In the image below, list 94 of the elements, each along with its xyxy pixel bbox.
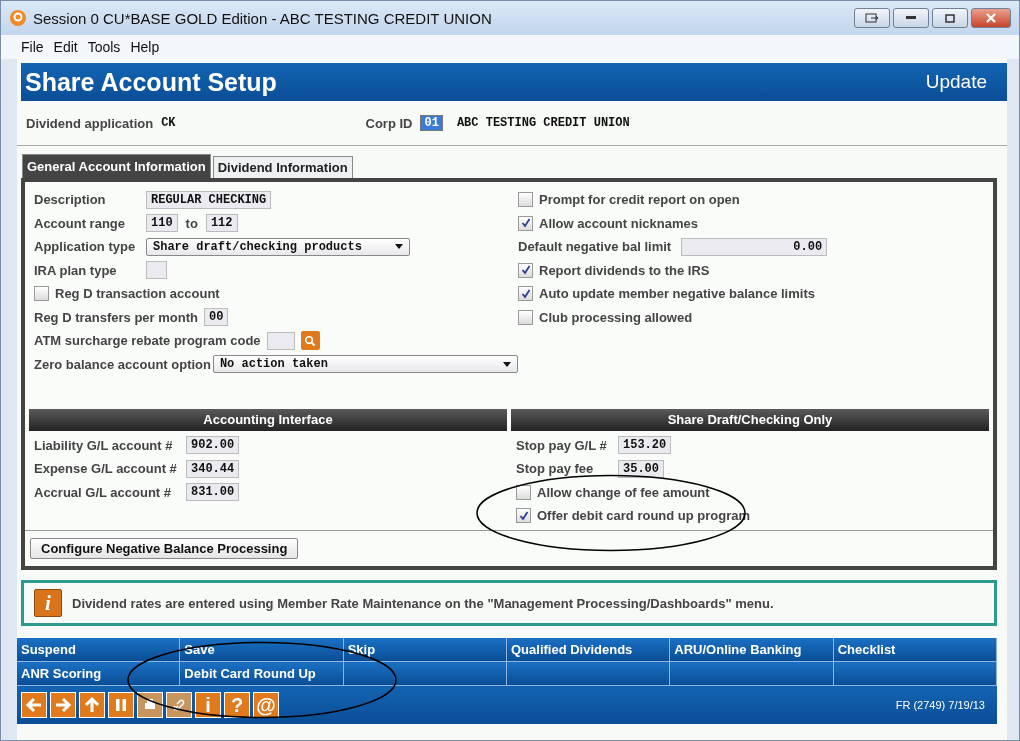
field-label: Reg D transfers per month [34, 309, 198, 325]
input-field[interactable]: 110 [146, 214, 178, 233]
function-key[interactable]: ARU/Online Banking [670, 638, 834, 662]
forward-button[interactable] [50, 692, 76, 718]
close-icon [985, 13, 997, 23]
check-icon [520, 265, 531, 276]
input-field[interactable] [146, 261, 167, 280]
checkbox[interactable] [518, 215, 533, 231]
field-label: Stop pay fee [516, 461, 595, 477]
function-key[interactable]: ANR Scoring [17, 662, 181, 686]
checkbox[interactable] [34, 286, 49, 302]
info-icon: i [34, 589, 62, 617]
field-label: Default negative bal limit [518, 239, 672, 255]
input-field[interactable]: 340.44 [186, 459, 240, 478]
field-label: Expense G/L account # [34, 461, 178, 477]
field-value: ABC TESTING CREDIT UNION [456, 116, 630, 130]
field-value: CK [161, 116, 176, 130]
dropdown[interactable]: Share draft/checking products [146, 237, 410, 256]
app-icon [9, 9, 27, 27]
field-label: Description [34, 192, 107, 208]
field-label: Application type [34, 239, 137, 255]
function-key[interactable]: Debit Card Round Up [180, 662, 344, 686]
input-field[interactable]: 902.00 [186, 436, 240, 455]
tab[interactable]: General Account Information [22, 154, 211, 178]
checkbox-label: Allow change of fee amount [537, 484, 710, 500]
up-button[interactable] [79, 692, 105, 718]
menu-item[interactable]: File [21, 39, 44, 55]
dropdown[interactable]: No action taken [212, 355, 518, 374]
corp-id-field[interactable]: 01 [420, 115, 443, 131]
field-label: Accrual G/L account # [34, 484, 173, 500]
pause-icon [114, 698, 128, 712]
function-key[interactable]: Qualified Dividends [507, 638, 671, 662]
checkbox-label: Auto update member negative balance limits [539, 286, 815, 302]
function-key[interactable]: Skip [343, 638, 507, 662]
range-label: to [185, 215, 198, 231]
function-key[interactable]: Save [180, 638, 344, 662]
input-field[interactable] [266, 331, 295, 350]
field-label: IRA plan type [34, 262, 118, 278]
screen-button[interactable] [854, 8, 890, 28]
minimize-button[interactable] [893, 8, 929, 28]
input-field[interactable]: 153.20 [618, 436, 672, 455]
checkbox[interactable] [518, 192, 533, 208]
back-button[interactable] [21, 692, 47, 718]
input-field[interactable]: 00 [204, 308, 229, 327]
checkbox[interactable] [518, 262, 533, 278]
input-field[interactable]: 0.00 [681, 237, 828, 256]
check-icon [520, 288, 531, 299]
tab[interactable]: Dividend Information [212, 156, 353, 178]
checkbox-label: Prompt for credit report on open [539, 192, 740, 208]
search-button[interactable] [300, 331, 320, 351]
maximize-icon [945, 13, 955, 23]
message-text: Dividend rates are entered using Member Rate Maintenance on the "Management Processing/Dashboards" menu. [72, 595, 774, 611]
mode-label: Update [925, 71, 987, 93]
checkbox-label: Allow account nicknames [539, 215, 698, 231]
checkbox[interactable] [516, 508, 531, 524]
checkbox-label: Club processing allowed [539, 309, 693, 325]
checkbox[interactable] [518, 286, 533, 302]
input-field[interactable]: 112 [205, 214, 238, 233]
forward-arrow-icon [54, 696, 72, 714]
section-header: Share Draft/Checking Only [511, 408, 989, 431]
field-label: Account range [34, 215, 126, 231]
field-label: Corp ID [365, 115, 413, 131]
input-field[interactable]: 35.00 [618, 459, 664, 478]
menu-item[interactable]: Edit [53, 39, 78, 55]
checkbox[interactable] [518, 309, 533, 325]
search-icon [304, 334, 317, 347]
input-field[interactable]: REGULAR CHECKING [146, 190, 272, 209]
section-header: Accounting Interface [29, 408, 507, 431]
printer-icon [143, 698, 157, 712]
link-icon [171, 697, 187, 713]
configure-button[interactable]: Configure Negative Balance Processing [30, 538, 299, 559]
back-arrow-icon [25, 696, 43, 714]
page-title: Share Account Setup [25, 67, 277, 97]
field-label: Dividend application [26, 115, 154, 131]
menu-item[interactable]: Help [130, 39, 160, 55]
field-label: Stop pay G/L # [516, 437, 608, 453]
function-key[interactable]: Checklist [833, 638, 997, 662]
checkbox-label: Reg D transaction account [55, 286, 220, 302]
checkbox[interactable] [516, 484, 531, 500]
check-icon [520, 218, 531, 229]
menu-item[interactable]: Tools [87, 39, 121, 55]
maximize-button[interactable] [932, 8, 968, 28]
up-arrow-icon [83, 696, 101, 714]
checkbox-label: Report dividends to the IRS [539, 262, 710, 278]
screen-icon [865, 13, 879, 23]
check-icon [518, 510, 529, 521]
function-key[interactable]: Suspend [17, 638, 181, 662]
status-text: FR (2749) 7/19/13 [895, 699, 985, 711]
close-button[interactable] [971, 8, 1011, 28]
minimize-icon [906, 16, 916, 20]
field-label: Liability G/L account # [34, 437, 174, 453]
input-field[interactable]: 831.00 [186, 483, 240, 502]
window-title: Session 0 CU*BASE GOLD Edition - ABC TESTING CREDIT UNION [33, 9, 492, 27]
field-label: ATM surcharge rebate program code [34, 333, 261, 349]
